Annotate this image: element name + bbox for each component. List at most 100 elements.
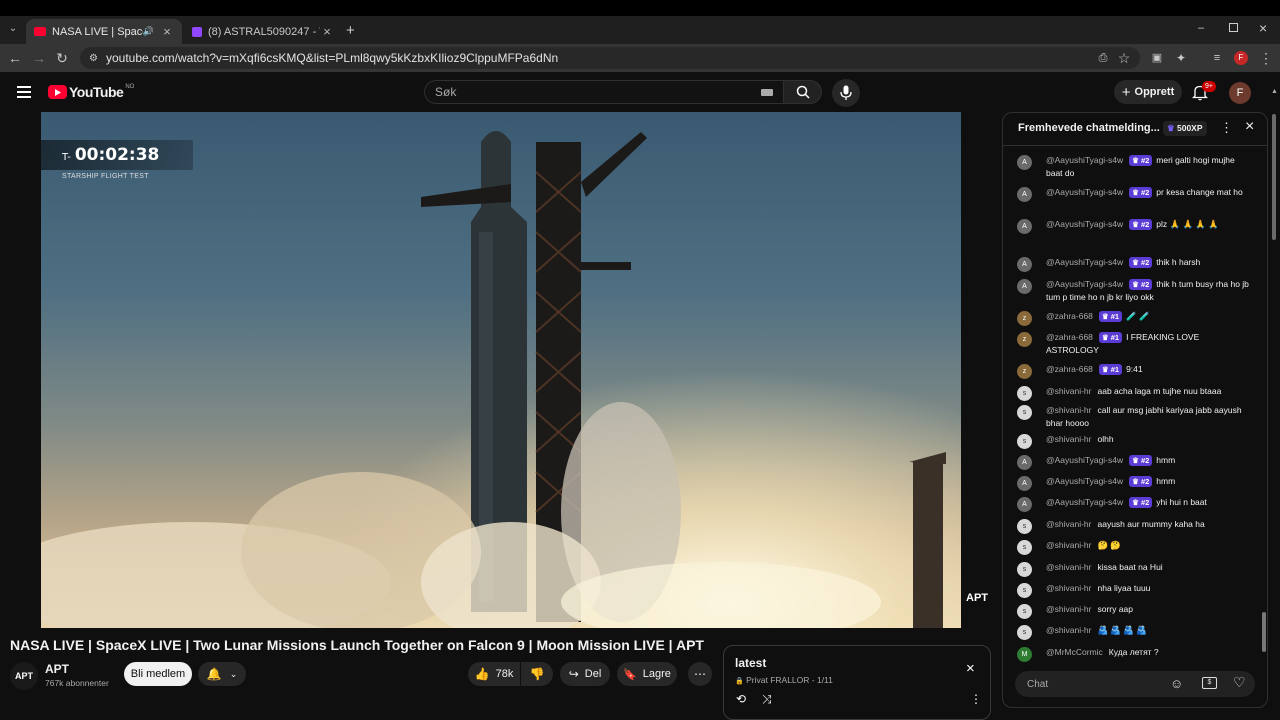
chat-message[interactable]: s @shivani-hr nha liyaa tuuu — [1017, 582, 1253, 598]
media-control-icon[interactable]: ≡ — [1209, 50, 1225, 66]
reload-icon[interactable]: ↻ — [54, 50, 70, 66]
playlist-title[interactable]: latest — [735, 656, 766, 670]
chat-author-avatar[interactable]: z — [1017, 364, 1032, 379]
chat-author-name[interactable]: @shivani-hr — [1046, 604, 1091, 614]
site-info-icon[interactable]: ⚙ — [89, 53, 98, 64]
chat-author-avatar[interactable]: s — [1017, 625, 1032, 640]
chat-author-name[interactable]: @shivani-hr — [1046, 625, 1091, 635]
chat-author-avatar[interactable]: s — [1017, 562, 1032, 577]
channel-watermark[interactable]: APT — [966, 592, 988, 604]
voice-search-button[interactable] — [832, 79, 860, 107]
extensions-icon[interactable]: ✦ — [1173, 50, 1189, 66]
chat-scrollbar[interactable] — [1261, 152, 1267, 662]
forward-icon[interactable]: → — [31, 50, 47, 66]
notifications-button[interactable]: 9+ — [1192, 81, 1216, 102]
chat-author-avatar[interactable]: A — [1017, 455, 1032, 470]
close-playlist-icon[interactable]: × — [966, 660, 975, 677]
close-window-icon[interactable]: × — [1259, 20, 1267, 36]
chat-message[interactable]: s @shivani-hr olhh — [1017, 433, 1253, 449]
chat-author-name[interactable]: @shivani-hr — [1046, 405, 1091, 415]
tab-groups-icon[interactable]: ▣ — [1149, 50, 1165, 66]
chat-message[interactable]: s @shivani-hr kissa baat na Hui — [1017, 561, 1253, 577]
chat-message[interactable]: A @AayushiTyagi-s4w ♛ #2 hmm — [1017, 454, 1253, 470]
shuffle-icon[interactable]: ⤨ — [762, 692, 772, 707]
channel-name[interactable]: APT — [45, 662, 69, 676]
search-button[interactable] — [784, 80, 822, 104]
chat-message[interactable]: s @shivani-hr 🫂 🫂 🫂 🫂 — [1017, 624, 1253, 640]
chat-menu-icon[interactable]: ⋮ — [1220, 120, 1233, 136]
install-app-icon[interactable]: ⎙ — [1095, 50, 1111, 66]
loop-icon[interactable]: ⟲ — [736, 692, 746, 706]
chat-author-name[interactable]: @shivani-hr — [1046, 540, 1091, 550]
chat-message[interactable]: A @AayushiTyagi-s4w ♛ #2 thik h tum busy rh… — [1017, 278, 1253, 304]
chat-message[interactable]: A @AayushiTyagi-s4w ♛ #2 plz 🙏 🙏 🙏 🙏 — [1017, 218, 1253, 234]
chat-author-avatar[interactable]: A — [1017, 497, 1032, 512]
chat-message[interactable]: s @shivani-hr aab acha laga m tujhe nuu bt… — [1017, 385, 1253, 401]
chat-author-avatar[interactable]: z — [1017, 311, 1032, 326]
super-chat-icon[interactable]: $ — [1202, 677, 1217, 689]
audio-icon[interactable]: 🔊 — [143, 26, 154, 37]
chat-author-name[interactable]: @AayushiTyagi-s4w — [1046, 455, 1123, 465]
chat-message[interactable]: z @zahra-668 ♛ #1 9:41 — [1017, 363, 1253, 379]
chat-author-name[interactable]: @AayushiTyagi-s4w — [1046, 257, 1123, 267]
chat-message[interactable]: s @shivani-hr aayush aur mummy kaha ha — [1017, 518, 1253, 534]
chat-message[interactable]: A @AayushiTyagi-s4w ♛ #2 pr kesa change mat… — [1017, 186, 1253, 202]
browser-menu-icon[interactable]: ⋮ — [1258, 50, 1274, 66]
chat-author-avatar[interactable]: A — [1017, 257, 1032, 272]
create-button[interactable]: + Opprett — [1114, 80, 1182, 104]
dislike-button[interactable]: 👎 — [521, 662, 553, 686]
join-button[interactable]: Bli medlem — [124, 662, 192, 686]
chat-message[interactable]: z @zahra-668 ♛ #1 I FREAKING LOVE ASTROLOGY — [1017, 331, 1253, 357]
chat-author-name[interactable]: @AayushiTyagi-s4w — [1046, 497, 1123, 507]
chat-author-name[interactable]: @shivani-hr — [1046, 583, 1091, 593]
chat-author-name[interactable]: @shivani-hr — [1046, 562, 1091, 572]
chat-author-avatar[interactable]: M — [1017, 647, 1032, 662]
bookmark-star-icon[interactable]: ☆ — [1116, 50, 1132, 66]
chat-author-avatar[interactable]: A — [1017, 476, 1032, 491]
chat-author-name[interactable]: @shivani-hr — [1046, 519, 1091, 529]
chat-author-name[interactable]: @AayushiTyagi-s4w — [1046, 476, 1123, 486]
chat-mode-dropdown[interactable]: Fremhevede chatmelding... ⌄ — [1018, 122, 1172, 134]
chat-author-name[interactable]: @zahra-668 — [1046, 311, 1093, 321]
chat-message[interactable]: A @AayushiTyagi-s4w ♛ #2 meri galti hogi mu… — [1017, 154, 1253, 180]
back-icon[interactable]: ← — [7, 50, 23, 66]
minimize-icon[interactable]: – — [1198, 22, 1204, 34]
like-button[interactable]: 👍 78k — [468, 662, 520, 686]
hamburger-menu-icon[interactable] — [17, 86, 31, 98]
profile-avatar[interactable]: F — [1234, 51, 1248, 65]
close-tab-icon[interactable]: × — [160, 24, 174, 39]
close-tab-icon[interactable]: × — [320, 24, 334, 39]
playlist-menu-icon[interactable]: ⋮ — [970, 692, 982, 706]
account-avatar[interactable]: F — [1229, 82, 1251, 104]
page-scrollbar[interactable]: ▲ — [1271, 88, 1278, 712]
chat-message[interactable]: M @MrMcCormic Куда летят ? — [1017, 646, 1253, 662]
chat-message[interactable]: s @shivani-hr sorry aap — [1017, 603, 1253, 619]
chat-author-name[interactable]: @AayushiTyagi-s4w — [1046, 279, 1123, 289]
chat-author-name[interactable]: @MrMcCormic — [1046, 647, 1103, 657]
save-button[interactable]: 🔖 Lagre — [617, 662, 677, 686]
chat-author-avatar[interactable]: A — [1017, 219, 1032, 234]
xp-badge[interactable]: ♛ 500XP — [1163, 121, 1207, 136]
chat-message[interactable]: A @AayushiTyagi-s4w ♛ #2 thik h harsh — [1017, 256, 1253, 272]
url-field[interactable]: ⚙ youtube.com/watch?v=mXqfi6csKMQ&list=P… — [80, 47, 1140, 69]
search-input[interactable]: Søk — [424, 80, 784, 104]
channel-avatar[interactable]: APT — [10, 662, 38, 690]
chat-author-name[interactable]: @AayushiTyagi-s4w — [1046, 187, 1123, 197]
more-actions-button[interactable]: ⋯ — [688, 662, 712, 686]
heart-reaction-icon[interactable]: ♡ — [1233, 674, 1246, 691]
chat-author-avatar[interactable]: s — [1017, 540, 1032, 555]
chat-author-avatar[interactable]: s — [1017, 519, 1032, 534]
chat-author-avatar[interactable]: s — [1017, 405, 1032, 420]
chat-author-avatar[interactable]: A — [1017, 279, 1032, 294]
video-player[interactable] — [41, 112, 961, 628]
tab-youtube[interactable]: NASA LIVE | SpaceX LIVE | T 🔊 × — [26, 19, 182, 44]
chat-author-name[interactable]: @AayushiTyagi-s4w — [1046, 155, 1123, 165]
chat-message[interactable]: z @zahra-668 ♛ #1 🧪 🧪 — [1017, 310, 1253, 326]
chat-message[interactable]: A @AayushiTyagi-s4w ♛ #2 hmm — [1017, 475, 1253, 491]
keyboard-icon[interactable] — [761, 89, 773, 96]
chat-input[interactable]: Chat — [1015, 671, 1255, 697]
chat-author-avatar[interactable]: s — [1017, 434, 1032, 449]
chat-author-name[interactable]: @AayushiTyagi-s4w — [1046, 219, 1123, 229]
chat-message[interactable]: s @shivani-hr call aur msg jabhi kariyaa j… — [1017, 404, 1253, 430]
chat-author-avatar[interactable]: s — [1017, 386, 1032, 401]
